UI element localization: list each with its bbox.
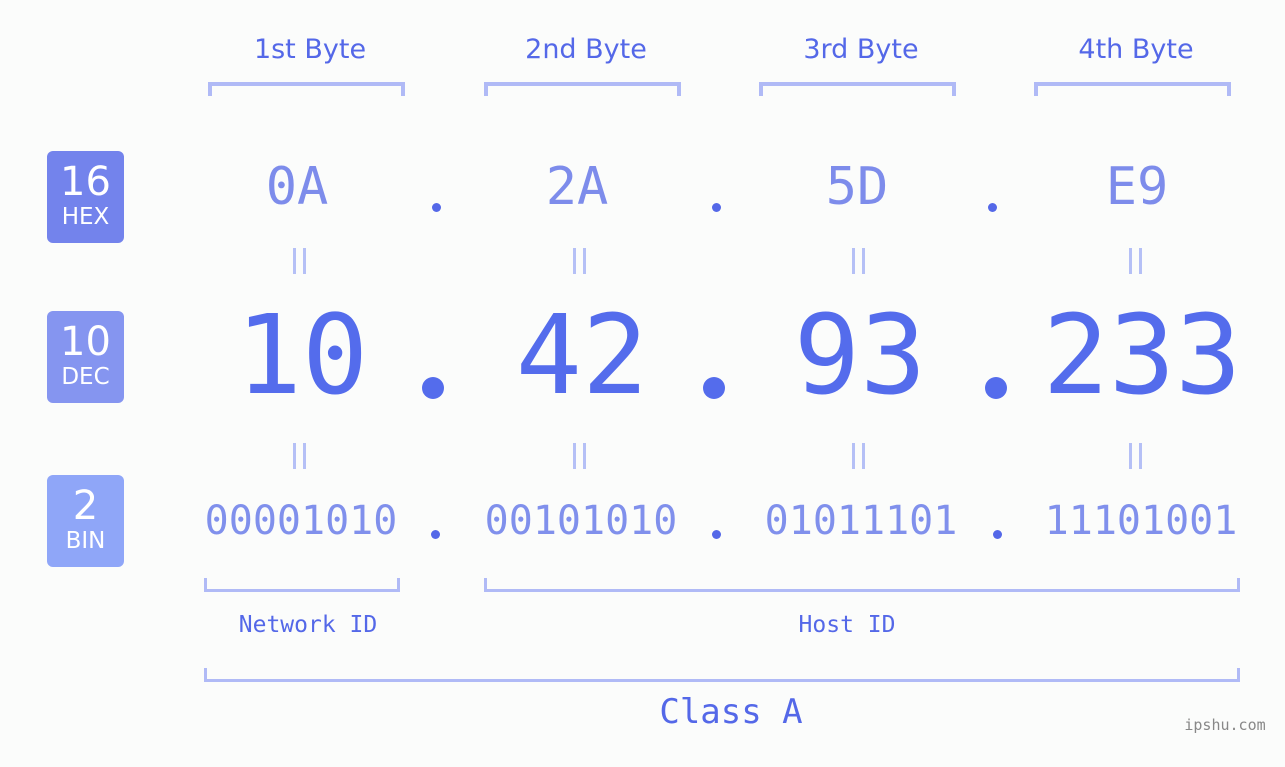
dec-byte-3: 93 [793,291,927,419]
network-id-bracket [204,578,400,592]
dec-dot-1 [422,377,444,399]
dec-badge-number: 10 [60,319,111,365]
byte-header-4: 4th Byte [1078,34,1194,65]
host-id-label: Host ID [798,612,896,638]
dec-badge-name: DEC [61,364,110,390]
dec-dot-2 [703,377,725,399]
host-id-bracket [484,578,1240,592]
equals-icon [572,443,588,469]
byte-bracket-4 [1034,82,1231,96]
hex-byte-1: 0A [265,157,329,217]
equals-icon [292,248,308,274]
equals-icon [292,443,308,469]
class-label: Class A [659,692,803,732]
equals-icon [572,248,588,274]
equals-icon [851,443,867,469]
byte-header-2: 2nd Byte [525,34,647,65]
hex-byte-3: 5D [825,157,889,217]
bin-dot-1 [431,530,440,539]
dec-badge: 10 DEC [47,311,124,403]
bin-badge-name: BIN [65,528,106,554]
hex-badge-name: HEX [61,204,110,230]
bin-dot-3 [993,530,1002,539]
byte-header-3: 3rd Byte [803,34,919,65]
hex-badge: 16 HEX [47,151,124,243]
bin-byte-4: 11101001 [1044,498,1238,544]
hex-byte-2: 2A [545,157,609,217]
hex-dot-2 [712,203,721,212]
byte-bracket-2 [484,82,681,96]
equals-icon [851,248,867,274]
hex-badge-number: 16 [60,159,111,205]
dec-dot-3 [985,377,1007,399]
bin-badge-number: 2 [72,483,99,529]
bin-byte-1: 00001010 [204,498,398,544]
bin-byte-2: 00101010 [484,498,678,544]
byte-bracket-3 [759,82,956,96]
class-bracket [204,668,1240,682]
dec-byte-1: 10 [235,291,369,419]
equals-icon [1128,248,1144,274]
bin-dot-2 [712,530,721,539]
hex-byte-4: E9 [1105,157,1169,217]
bin-byte-3: 01011101 [764,498,958,544]
hex-dot-1 [432,203,441,212]
dec-byte-2: 42 [515,291,649,419]
byte-bracket-1 [208,82,405,96]
bin-badge: 2 BIN [47,475,124,567]
network-id-label: Network ID [238,612,378,638]
dec-byte-4: 233 [1042,291,1242,419]
hex-dot-3 [988,203,997,212]
watermark: ipshu.com [1184,716,1266,734]
equals-icon [1128,443,1144,469]
byte-header-1: 1st Byte [253,34,367,65]
